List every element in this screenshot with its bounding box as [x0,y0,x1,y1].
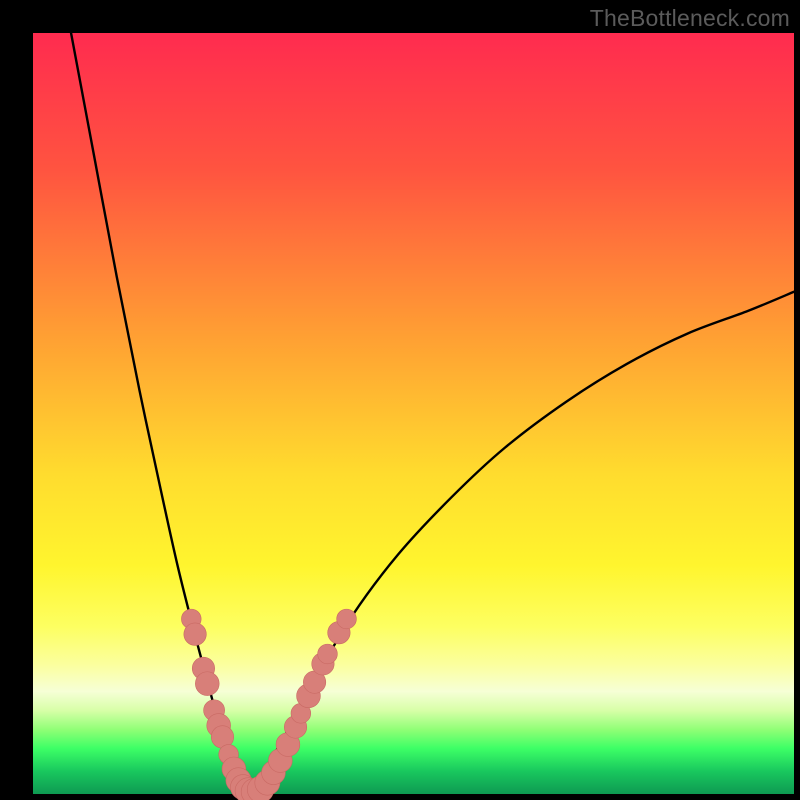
data-marker [195,672,219,696]
marker-group [181,609,356,800]
data-marker [184,623,206,645]
curve-right-arm [246,292,794,792]
watermark-text: TheBottleneck.com [590,5,790,32]
chart-frame: TheBottleneck.com [0,0,800,800]
data-marker [318,644,338,664]
curve-left-arm [71,33,246,792]
chart-svg [33,33,794,794]
data-marker [337,609,357,629]
